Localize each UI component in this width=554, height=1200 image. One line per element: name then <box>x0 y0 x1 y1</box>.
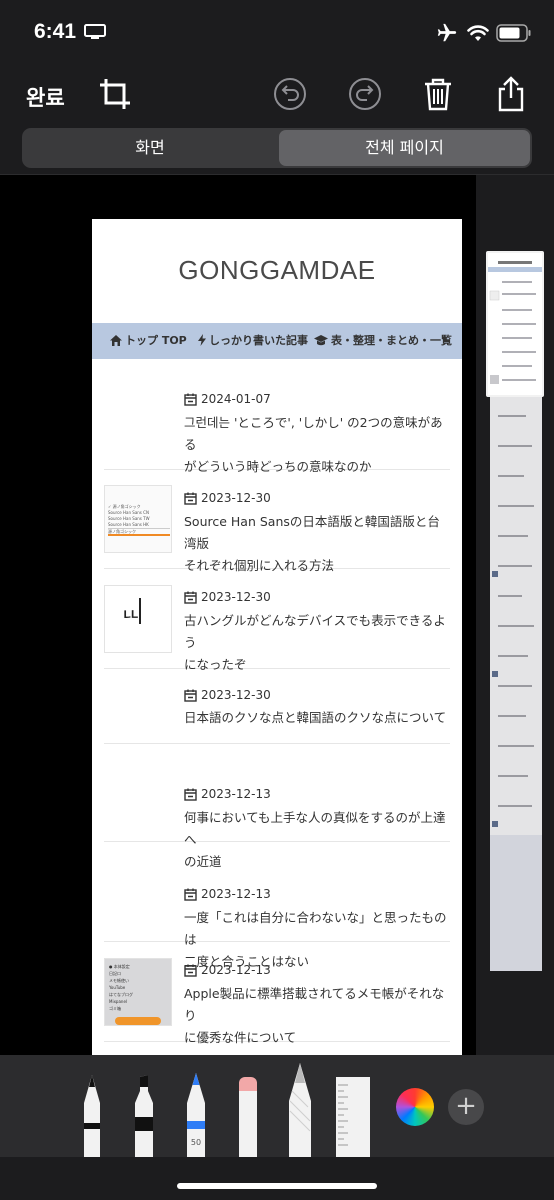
calendar-icon <box>184 591 197 604</box>
add-tool-button[interactable]: + <box>448 1089 484 1125</box>
post-date-text: 2023-12-13 <box>201 963 271 977</box>
post-date-text: 2023-12-13 <box>201 787 271 801</box>
calendar-icon <box>184 788 197 801</box>
screen-mirroring-icon <box>84 24 106 39</box>
list-item[interactable]: 2023-12-13 一度「これは自分に合わないな」と思ったものは 二度と合うこ… <box>104 842 450 969</box>
nav-item-articles: しっかり書いた記事 <box>198 323 308 359</box>
post-date: 2023-12-13 <box>184 961 271 979</box>
color-picker-icon[interactable] <box>396 1088 434 1126</box>
markup-canvas[interactable]: GONGGAMDAE トップ TOP しっかり書いた記事 表・整理・まとめ・一覧… <box>0 175 476 1055</box>
webpage-preview: GONGGAMDAE トップ TOP しっかり書いた記事 表・整理・まとめ・一覧… <box>92 219 462 1055</box>
wifi-icon <box>467 25 489 41</box>
nav-item-top: トップ TOP <box>110 323 187 359</box>
post-date: 2024-01-07 <box>184 390 271 408</box>
calendar-icon <box>184 964 197 977</box>
crop-icon[interactable] <box>97 76 133 112</box>
post-thumbnail: ᄔ <box>104 585 172 653</box>
post-title-line: 日本語のクソな点と韓国語のクソな点について <box>184 710 447 725</box>
done-button[interactable]: 완료 <box>26 82 65 112</box>
ruler-tool-icon[interactable] <box>334 1075 372 1157</box>
post-title[interactable]: 그런데는 'ところで', 'しかし' の2つの意味がある がどういう時どっちの意… <box>184 412 450 478</box>
trash-icon[interactable] <box>420 76 456 112</box>
thumbnail-text: メモ帳使い <box>109 978 129 983</box>
thumbnail-accent <box>115 1017 161 1025</box>
post-title-line: Apple製品に標準搭載されてるメモ帳がそれなり <box>184 986 445 1023</box>
post-date-text: 2023-12-13 <box>201 887 271 901</box>
post-date: 2023-12-30 <box>184 489 271 507</box>
post-date: 2023-12-30 <box>184 686 271 704</box>
eraser-tool-icon[interactable] <box>236 1075 260 1157</box>
pencil-tool-icon[interactable]: 50 <box>183 1071 209 1157</box>
home-icon <box>110 335 122 346</box>
thumbnail-content: ✓ 源ノ角ゴシック Source Han Sans CN Source Han … <box>108 504 170 535</box>
list-item[interactable]: ✓ 源ノ角ゴシック Source Han Sans CN Source Han … <box>104 470 450 573</box>
post-thumbnail: ● 本体設定 日記ロ メモ帳使い YouTube はてなブログ Mixpanel… <box>104 958 172 1026</box>
tab-screen[interactable]: 화면 <box>24 130 276 166</box>
post-title[interactable]: 日本語のクソな点と韓国語のクソな点について <box>184 707 450 729</box>
home-indicator-area <box>0 1157 554 1200</box>
markup-toolbar: 완료 <box>0 66 554 126</box>
post-title[interactable]: Apple製品に標準搭載されてるメモ帳がそれなり に優秀な件について <box>184 983 450 1049</box>
thumbnail-text: ゴミ箱 <box>109 1006 121 1011</box>
post-date-text: 2023-12-30 <box>201 491 271 505</box>
thumbnail-text: ● 本体設定 <box>109 964 130 969</box>
site-title: GONGGAMDAE <box>178 255 376 285</box>
nav-item-summary: 表・整理・まとめ・一覧 <box>314 323 452 359</box>
thumbnail-text: はてなブログ <box>109 992 133 997</box>
full-page-scrubber[interactable] <box>476 175 554 1055</box>
share-icon[interactable] <box>493 76 529 112</box>
list-item[interactable]: ᄔ 2023-12-30 古ハングルがどんなデバイスでも表示できるよう になった… <box>104 569 450 672</box>
post-date-text: 2024-01-07 <box>201 392 271 406</box>
status-time: 6:41 <box>34 20 77 43</box>
post-date-text: 2023-12-30 <box>201 590 271 604</box>
list-item[interactable]: ● 本体設定 日記ロ メモ帳使い YouTube はてなブログ Mixpanel… <box>104 942 450 1045</box>
thumbnail-content: ● 本体設定 日記ロ メモ帳使い YouTube はてなブログ Mixpanel… <box>109 963 169 1012</box>
visible-region-indicator[interactable] <box>486 251 544 397</box>
pen-tool-icon[interactable] <box>80 1073 104 1157</box>
post-title-line: に優秀な件について <box>184 1030 297 1045</box>
status-bar: 6:41 <box>0 0 554 66</box>
post-date: 2023-12-30 <box>184 588 271 606</box>
screenshot-mode-segment: 화면 전체 페이지 <box>22 128 532 168</box>
visible-region-preview <box>488 261 542 384</box>
thumbnail-accent <box>108 534 170 536</box>
thumbnail-cursor <box>139 598 141 624</box>
battery-icon <box>496 24 531 42</box>
list-item[interactable]: 2024-01-07 그런데는 'ところで', 'しかし' の2つの意味がある … <box>104 371 450 474</box>
bolt-icon <box>198 334 206 346</box>
post-date: 2023-12-13 <box>184 785 271 803</box>
nav-item-label: しっかり書いた記事 <box>209 334 308 347</box>
graduation-cap-icon <box>314 335 328 346</box>
site-nav: トップ TOP しっかり書いた記事 表・整理・まとめ・一覧 <box>92 323 462 359</box>
drawing-tools-palette: 50 + <box>0 1055 554 1157</box>
post-date: 2023-12-13 <box>184 885 271 903</box>
list-item[interactable]: 2023-12-13 何事においても上手な人の真似をするのが上達へ の近道 <box>104 744 450 869</box>
thumbnail-text: Mixpanel <box>109 999 128 1004</box>
post-title-line: Source Han Sansの日本語版と韓国語版と台湾版 <box>184 514 440 551</box>
thumbnail-text: 日記ロ <box>109 971 121 976</box>
airplane-mode-icon <box>437 23 457 42</box>
post-title[interactable]: Source Han Sansの日本語版と韓国語版と台湾版 それぞれ個別に入れる… <box>184 511 450 577</box>
redo-icon[interactable] <box>347 76 383 112</box>
nav-item-label: トップ TOP <box>125 334 187 347</box>
nav-item-label: 表・整理・まとめ・一覧 <box>331 334 452 347</box>
list-item[interactable]: 2023-12-30 日本語のクソな点と韓国語のクソな点について <box>104 669 450 744</box>
lasso-tool-icon[interactable] <box>286 1061 314 1157</box>
home-indicator[interactable] <box>177 1183 377 1189</box>
calendar-icon <box>184 689 197 702</box>
post-title-line: 古ハングルがどんなデバイスでも表示できるよう <box>184 613 446 650</box>
calendar-icon <box>184 888 197 901</box>
post-thumbnail: ✓ 源ノ角ゴシック Source Han Sans CN Source Han … <box>104 485 172 553</box>
tab-full-page[interactable]: 전체 페이지 <box>279 130 530 166</box>
post-title-line: 그런데는 'ところで', 'しかし' の2つの意味がある <box>184 415 443 452</box>
pencil-width-label: 50 <box>191 1138 201 1147</box>
undo-icon[interactable] <box>272 76 308 112</box>
calendar-icon <box>184 393 197 406</box>
marker-tool-icon[interactable] <box>132 1073 156 1157</box>
post-title[interactable]: 古ハングルがどんなデバイスでも表示できるよう になったぞ <box>184 610 450 676</box>
thumbnail-text: YouTube <box>109 985 126 990</box>
post-date-text: 2023-12-30 <box>201 688 271 702</box>
calendar-icon <box>184 492 197 505</box>
